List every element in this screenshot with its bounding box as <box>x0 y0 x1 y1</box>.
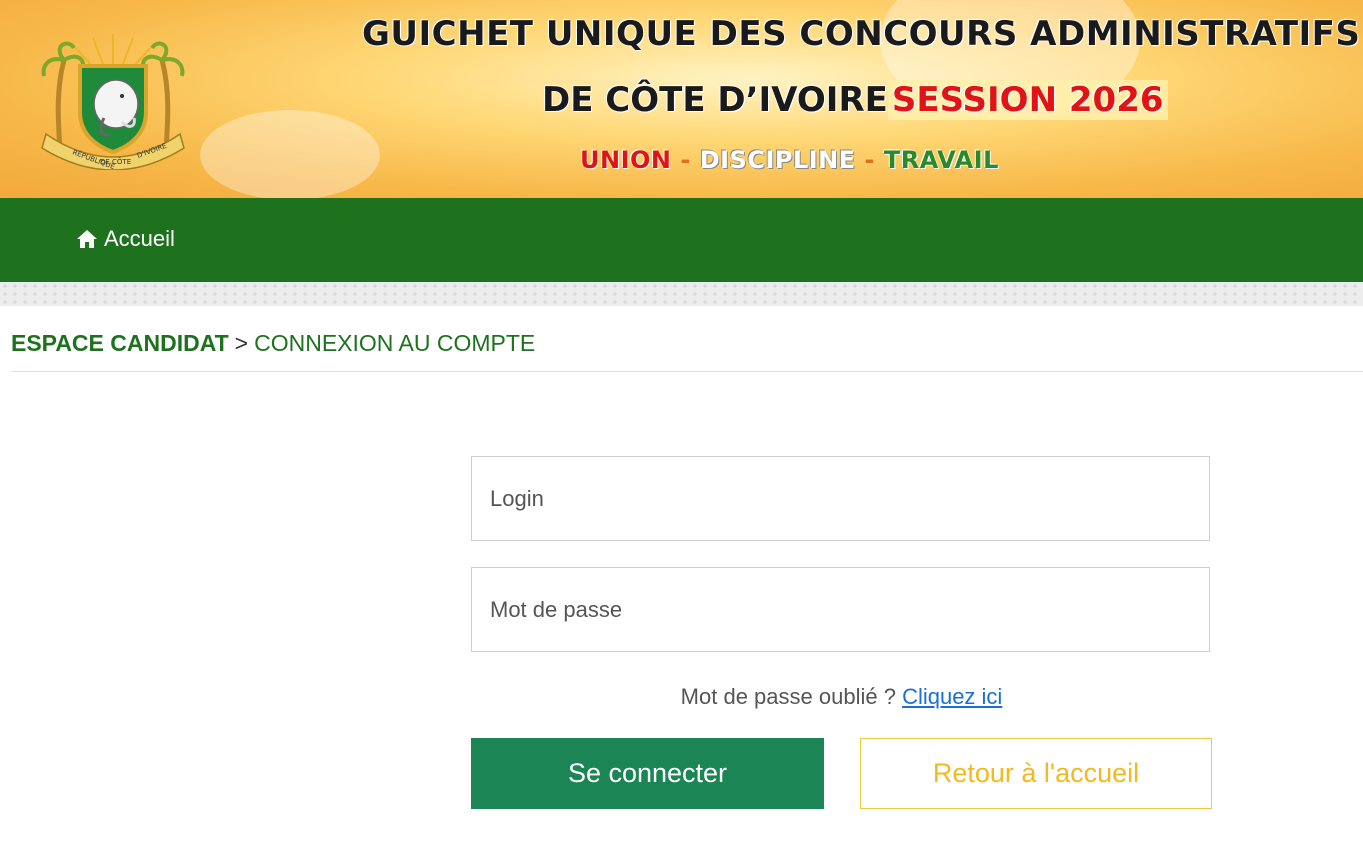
home-icon <box>77 230 97 248</box>
header-banner: RÉPUBLIQUE DE CÔTE D'IVOIRE GUICHET UNIQ… <box>0 0 1363 198</box>
login-input[interactable] <box>472 457 1209 540</box>
decorative-strip <box>0 282 1363 306</box>
banner-title-country: DE CÔTE D’IVOIRE <box>542 80 888 120</box>
banner-glow <box>200 110 380 198</box>
nav-home-link[interactable]: Accueil <box>76 226 175 252</box>
main-navbar: Accueil <box>0 198 1363 282</box>
motto-discipline: DISCIPLINE <box>699 146 856 174</box>
motto-travail: TRAVAIL <box>883 146 999 174</box>
nav-home-label: Accueil <box>104 226 175 251</box>
password-input[interactable] <box>472 568 1209 651</box>
national-motto: UNION - DISCIPLINE - TRAVAIL <box>580 146 999 174</box>
banner-title-line1: GUICHET UNIQUE DES CONCOURS ADMINISTRATI… <box>362 14 1361 54</box>
back-home-button[interactable]: Retour à l'accueil <box>860 738 1212 809</box>
forgot-password-text: Mot de passe oublié ? <box>680 684 896 709</box>
login-field <box>471 456 1210 541</box>
motto-separator: - <box>680 146 691 174</box>
login-button[interactable]: Se connecter <box>471 738 824 809</box>
breadcrumb: ESPACE CANDIDAT > CONNEXION AU COMPTE <box>11 330 1363 372</box>
session-badge: SESSION 2026 <box>887 80 1168 120</box>
coat-of-arms-icon: RÉPUBLIQUE DE CÔTE D'IVOIRE <box>41 34 185 170</box>
emblem-text-mid: DE CÔTE <box>100 157 131 166</box>
breadcrumb-separator: > <box>234 330 249 356</box>
forgot-password: Mot de passe oublié ? Cliquez ici <box>471 684 1212 710</box>
banner-title-line2: DE CÔTE D’IVOIRE SESSION 2026 <box>542 80 1168 120</box>
password-field <box>471 567 1210 652</box>
breadcrumb-root[interactable]: ESPACE CANDIDAT <box>11 330 229 356</box>
motto-union: UNION <box>580 146 672 174</box>
breadcrumb-current: CONNEXION AU COMPTE <box>254 330 536 356</box>
motto-separator: - <box>864 146 875 174</box>
forgot-password-link[interactable]: Cliquez ici <box>902 684 1002 709</box>
